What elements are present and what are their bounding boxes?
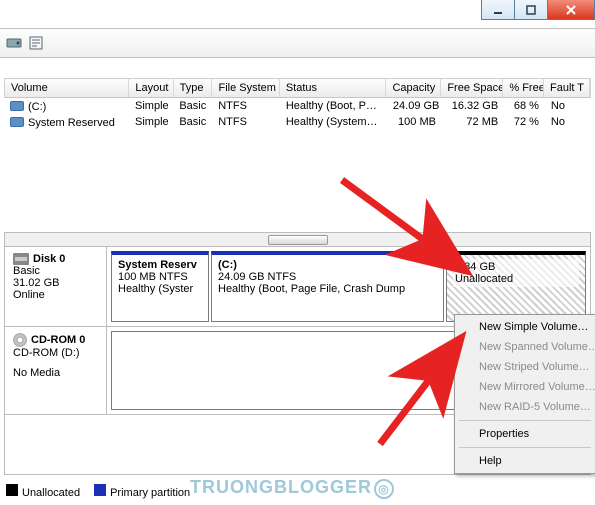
partition-c[interactable]: (C:) 24.09 GB NTFS Healthy (Boot, Page F… (211, 251, 444, 322)
cell-pctfree: 72 % (504, 115, 545, 130)
col-pctfree[interactable]: % Free (503, 79, 544, 97)
disk-map-scrollbar[interactable] (5, 233, 590, 247)
scrollbar-thumb[interactable] (268, 235, 328, 245)
col-filesystem[interactable]: File System (212, 79, 279, 97)
menu-help[interactable]: Help (457, 451, 593, 471)
legend-swatch-primary (94, 484, 106, 496)
cell-filesystem: NTFS (212, 99, 280, 114)
action-toolbar-icon[interactable] (28, 35, 44, 51)
cell-capacity: 24.09 GB (387, 99, 442, 114)
disk-icon (13, 253, 29, 265)
partition-status: Healthy (Syster (118, 283, 202, 295)
partition-name: System Reserv (118, 259, 202, 271)
volume-icon (10, 101, 24, 111)
cell-layout: Simple (129, 115, 173, 130)
menu-new-spanned-volume: New Spanned Volume… (457, 337, 593, 357)
cell-freespace: 72 MB (442, 115, 504, 130)
legend-swatch-unallocated (6, 484, 18, 496)
context-menu: New Simple Volume… New Spanned Volume… N… (454, 314, 595, 474)
menu-new-striped-volume: New Striped Volume… (457, 357, 593, 377)
disk-toolbar-icon[interactable] (6, 35, 22, 51)
menu-new-simple-volume[interactable]: New Simple Volume… (457, 317, 593, 337)
disk-size: 31.02 GB (13, 277, 98, 289)
cell-type: Basic (173, 115, 212, 130)
partition-system-reserved[interactable]: System Reserv 100 MB NTFS Healthy (Syste… (111, 251, 209, 322)
partition-status: Unallocated (455, 273, 577, 285)
cdrom-state: No Media (13, 367, 98, 379)
volume-row[interactable]: (C:) Simple Basic NTFS Healthy (Boot, P…… (4, 98, 591, 114)
watermark-icon: ◎ (374, 479, 394, 499)
cell-layout: Simple (129, 99, 173, 114)
legend-unallocated: Unallocated (6, 484, 80, 499)
col-fault[interactable]: Fault T (544, 79, 590, 97)
disk-state: Online (13, 289, 98, 301)
cell-status: Healthy (Boot, P… (280, 99, 387, 114)
partition-size: 6.84 GB (455, 261, 577, 273)
partition-size: 24.09 GB NTFS (218, 271, 437, 283)
legend-primary: Primary partition (94, 484, 190, 499)
partition-name: (C:) (218, 259, 437, 271)
cell-capacity: 100 MB (387, 115, 442, 130)
cell-fault: No (545, 115, 591, 130)
cdrom-icon (13, 333, 27, 347)
menu-separator (459, 447, 591, 448)
col-capacity[interactable]: Capacity (386, 79, 441, 97)
menu-properties[interactable]: Properties (457, 424, 593, 444)
minimize-button[interactable] (481, 0, 515, 20)
disk-type: Basic (13, 265, 98, 277)
cdrom-sublabel: CD-ROM (D:) (13, 347, 98, 359)
volume-icon (10, 117, 24, 127)
toolbar (0, 28, 595, 58)
close-button[interactable] (547, 0, 595, 20)
cell-pctfree: 68 % (504, 99, 545, 114)
cell-filesystem: NTFS (212, 115, 280, 130)
cell-fault: No (545, 99, 591, 114)
col-volume[interactable]: Volume (5, 79, 129, 97)
disk-label: Disk 0 (33, 253, 65, 265)
partition-unallocated[interactable]: 6.84 GB Unallocated (446, 251, 586, 322)
volume-list-header: Volume Layout Type File System Status Ca… (4, 78, 591, 98)
watermark: TRUONGBLOGGER◎ (190, 477, 394, 499)
col-status[interactable]: Status (280, 79, 387, 97)
partition-status: Healthy (Boot, Page File, Crash Dump (218, 283, 437, 295)
cell-status: Healthy (System… (280, 115, 387, 130)
legend: Unallocated Primary partition (6, 484, 190, 499)
volume-name: (C:) (28, 101, 46, 113)
volume-name: System Reserved (28, 117, 115, 129)
col-layout[interactable]: Layout (129, 79, 173, 97)
menu-new-mirrored-volume: New Mirrored Volume… (457, 377, 593, 397)
maximize-button[interactable] (514, 0, 548, 20)
menu-new-raid5-volume: New RAID-5 Volume… (457, 397, 593, 417)
cell-freespace: 16.32 GB (442, 99, 504, 114)
volume-row[interactable]: System Reserved Simple Basic NTFS Health… (4, 114, 591, 130)
disk-label: CD-ROM 0 (31, 334, 85, 346)
window-titlebar (482, 0, 595, 22)
col-type[interactable]: Type (174, 79, 213, 97)
cell-type: Basic (173, 99, 212, 114)
volume-list: Volume Layout Type File System Status Ca… (4, 78, 591, 130)
disk-info[interactable]: CD-ROM 0 CD-ROM (D:) No Media (5, 327, 107, 414)
partition-size: 100 MB NTFS (118, 271, 202, 283)
col-freespace[interactable]: Free Space (441, 79, 503, 97)
menu-separator (459, 420, 591, 421)
disk-info[interactable]: Disk 0 Basic 31.02 GB Online (5, 247, 107, 326)
